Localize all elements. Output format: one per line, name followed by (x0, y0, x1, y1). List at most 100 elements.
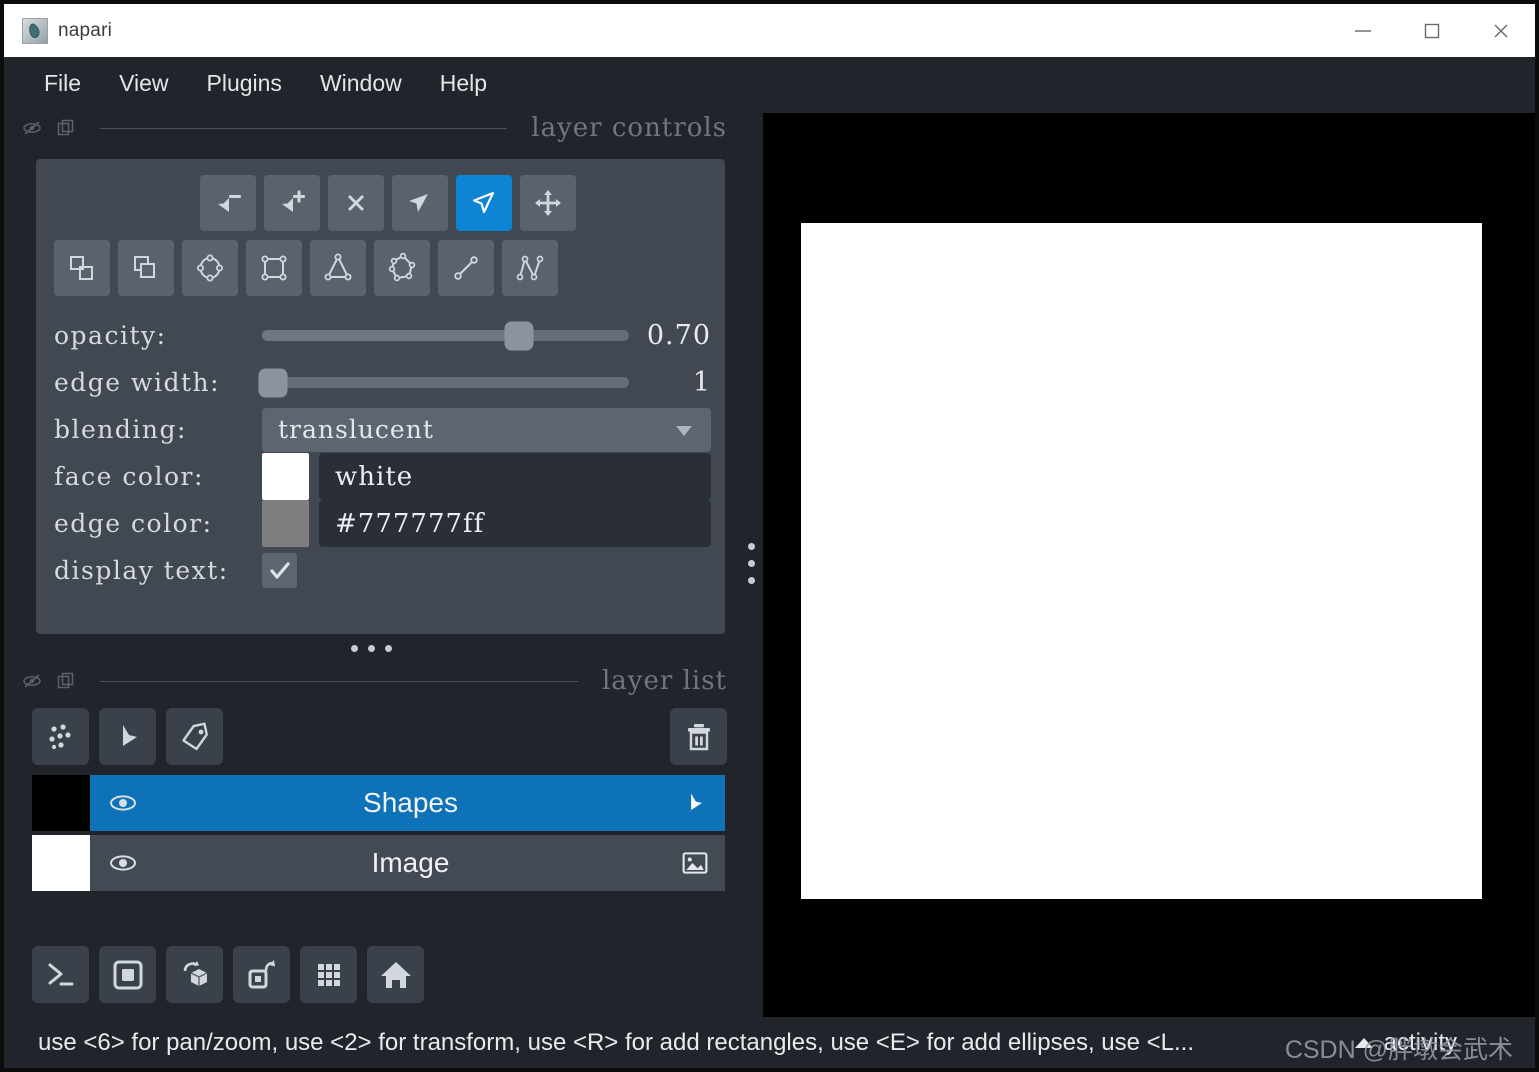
edge-color-row: #777777ff (262, 500, 711, 547)
face-color-swatch[interactable] (262, 453, 309, 500)
chevron-up-icon (1353, 1035, 1375, 1051)
select-shapes-tool[interactable] (392, 175, 448, 231)
float-dock-icon[interactable] (56, 118, 76, 138)
vertex-remove-tool[interactable] (200, 175, 256, 231)
menu-bar: File View Plugins Window Help (0, 57, 1539, 109)
blending-row: translucent (262, 406, 711, 453)
layer-property-grid: opacity: 0.70 edge width: 1 blending: tr… (54, 312, 711, 594)
blending-value: translucent (278, 415, 434, 444)
edge-color-input[interactable]: #777777ff (319, 500, 711, 547)
layer-list-label: layer list (601, 666, 727, 696)
edge-color-label: edge color: (54, 509, 213, 538)
edge-width-label: edge width: (54, 368, 221, 397)
edge-width-slider-knob[interactable] (258, 368, 288, 397)
splitter-dot (368, 644, 375, 652)
viewer-buttons-bar (4, 928, 739, 1017)
activity-button[interactable]: activity (1353, 1029, 1457, 1057)
eye-icon (110, 795, 136, 811)
menu-plugins[interactable]: Plugins (191, 65, 298, 102)
console-button[interactable] (32, 946, 89, 1003)
viewer-canvas[interactable] (763, 113, 1535, 1017)
menu-help[interactable]: Help (424, 65, 503, 102)
add-line-tool[interactable] (438, 240, 494, 296)
splitter-dot (747, 542, 755, 550)
minimize-button[interactable] (1328, 4, 1397, 57)
layer-list-dock-title: layer list (4, 662, 739, 700)
menu-window[interactable]: Window (304, 65, 418, 102)
vertex-insert-tool[interactable] (264, 175, 320, 231)
grid-icon (317, 963, 340, 986)
opacity-slider-knob[interactable] (504, 321, 534, 350)
shape-tool-row (54, 240, 711, 296)
opacity-slider[interactable] (262, 312, 629, 359)
blending-select[interactable]: translucent (262, 407, 711, 452)
float-dock-icon[interactable] (56, 671, 76, 691)
hide-dock-icon[interactable] (22, 671, 42, 691)
add-polygon-tool[interactable] (374, 240, 430, 296)
hide-dock-icon[interactable] (22, 118, 42, 138)
layer-name: Shapes (363, 787, 458, 818)
ndisplay-toggle-button[interactable] (99, 946, 156, 1003)
dock-splitter-vertical[interactable] (739, 109, 763, 1017)
transform-tool[interactable] (520, 175, 576, 231)
add-triangle-tool[interactable] (310, 240, 366, 296)
main-area: layer controls opacity: 0.70 edge width:… (0, 109, 1539, 1017)
points-icon (48, 723, 71, 749)
cube-roll-icon (183, 960, 207, 986)
layer-list-buttons (4, 700, 739, 775)
splitter-dot (747, 559, 755, 567)
layer-row-image[interactable]: Image (32, 835, 725, 891)
face-color-label: face color: (54, 462, 204, 491)
layer-controls-label: layer controls (531, 113, 727, 143)
face-color-input[interactable]: white (319, 453, 711, 500)
roll-dims-button[interactable] (166, 946, 223, 1003)
napari-logo-icon (22, 17, 48, 44)
shapes-icon (122, 724, 137, 746)
image-icon (675, 849, 709, 877)
trash-icon (687, 723, 710, 750)
edge-color-value: #777777ff (335, 508, 485, 539)
layer-row-shapes[interactable]: Shapes (32, 775, 725, 831)
layer-visibility-toggle[interactable] (106, 786, 146, 820)
delete-shape-tool[interactable] (328, 175, 384, 231)
pan-zoom-tool[interactable] (456, 175, 512, 231)
display-text-checkbox[interactable] (262, 553, 297, 588)
move-back-tool[interactable] (54, 240, 110, 296)
edge-width-slider[interactable] (258, 359, 629, 406)
move-front-tool[interactable] (118, 240, 174, 296)
layer-thumbnail (32, 775, 90, 831)
add-rectangle-tool[interactable] (246, 240, 302, 296)
chevron-down-icon (669, 415, 699, 445)
maximize-button[interactable] (1397, 4, 1466, 57)
add-path-tool[interactable] (502, 240, 558, 296)
square-transpose-icon (248, 959, 275, 988)
layer-visibility-toggle[interactable] (106, 846, 146, 880)
transpose-dims-button[interactable] (233, 946, 290, 1003)
display-text-row (262, 547, 711, 594)
square-2d-icon (113, 960, 142, 989)
reset-view-button[interactable] (367, 946, 424, 1003)
new-labels-layer-button[interactable] (166, 708, 223, 765)
dock-splitter-horizontal[interactable] (4, 634, 739, 662)
new-shapes-layer-button[interactable] (99, 708, 156, 765)
delete-layer-button[interactable] (670, 708, 727, 765)
edge-color-swatch[interactable] (262, 500, 309, 547)
image-layer-render (801, 223, 1482, 899)
layer-thumbnail (32, 835, 90, 891)
menu-file[interactable]: File (28, 65, 97, 102)
layer-controls-panel: opacity: 0.70 edge width: 1 blending: tr… (36, 159, 725, 634)
status-bar: use <6> for pan/zoom, use <2> for transf… (0, 1017, 1539, 1072)
blending-label: blending: (54, 415, 187, 444)
add-ellipse-tool[interactable] (182, 240, 238, 296)
console-icon (48, 963, 73, 985)
dock-divider (100, 680, 578, 682)
new-points-layer-button[interactable] (32, 708, 89, 765)
splitter-dot (351, 644, 358, 652)
edge-width-row: 1 (258, 359, 711, 406)
eye-icon (110, 855, 136, 871)
window-controls (1328, 4, 1535, 57)
grid-view-button[interactable] (300, 946, 357, 1003)
menu-view[interactable]: View (103, 65, 184, 102)
opacity-label: opacity: (54, 321, 167, 350)
close-button[interactable] (1466, 4, 1535, 57)
